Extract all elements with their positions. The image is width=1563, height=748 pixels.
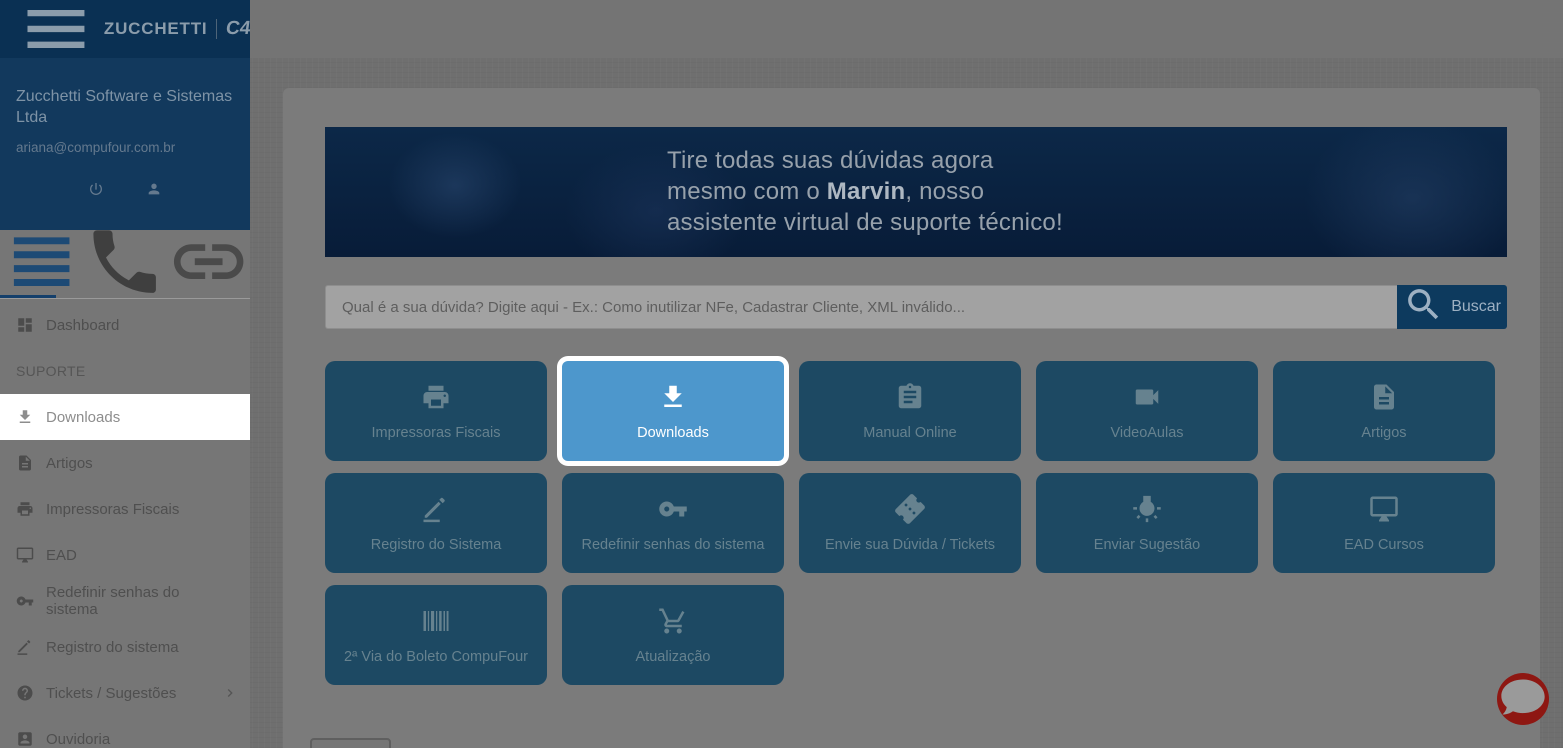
file-text-icon bbox=[1369, 382, 1399, 412]
printer-icon bbox=[421, 382, 451, 412]
sidebar-menu-list: Dashboard SUPORTE Downloads Artigos Impr… bbox=[0, 302, 250, 748]
id-card-icon bbox=[16, 730, 34, 748]
cart-icon bbox=[658, 606, 688, 636]
app-window: Tire todas suas dúvidas agora mesmo com … bbox=[0, 0, 1563, 748]
search-button[interactable]: Buscar bbox=[1397, 285, 1507, 329]
account-actions bbox=[16, 181, 234, 197]
sidebar: ZUCCHETTI C4 Zucchetti Software e Sistem… bbox=[0, 0, 250, 748]
sidebar-item-downloads[interactable]: Downloads bbox=[0, 394, 250, 440]
tile-downloads[interactable]: Downloads bbox=[562, 361, 784, 461]
tile-envie-duvida-tickets[interactable]: Envie sua Dúvida / Tickets bbox=[799, 473, 1021, 573]
tab-menu[interactable] bbox=[0, 230, 83, 294]
user-panel: Zucchetti Software e Sistemas Ltda arian… bbox=[0, 58, 250, 230]
monitor-icon bbox=[16, 546, 34, 564]
menu-toggle-icon[interactable] bbox=[18, 0, 94, 67]
sidebar-menu: Dashboard SUPORTE Downloads Artigos Impr… bbox=[0, 230, 250, 748]
tile-atualizacao[interactable]: Atualização bbox=[562, 585, 784, 685]
chat-fab[interactable] bbox=[1497, 673, 1549, 725]
sidebar-item-ouvidoria[interactable]: Ouvidoria bbox=[0, 716, 250, 748]
monitor-icon bbox=[1369, 494, 1399, 524]
sidebar-tabs bbox=[0, 230, 250, 294]
download-icon bbox=[658, 382, 688, 412]
sidebar-item-redefinir-senhas[interactable]: Redefinir senhas do sistema bbox=[0, 578, 250, 624]
brand-mark: C4 bbox=[224, 18, 251, 40]
company-name: Zucchetti Software e Sistemas Ltda bbox=[16, 86, 234, 128]
tab-links[interactable] bbox=[167, 230, 250, 294]
sidebar-section-suporte: SUPORTE bbox=[0, 348, 250, 394]
tile-grid: Impressoras Fiscais Downloads Manual Onl… bbox=[325, 361, 1520, 685]
banner-line-3: assistente virtual de suporte técnico! bbox=[667, 207, 1063, 238]
top-header-bar bbox=[250, 0, 1563, 58]
key-icon bbox=[16, 592, 34, 610]
user-email: ariana@compufour.com.br bbox=[16, 140, 234, 155]
menu-list-icon bbox=[0, 220, 83, 303]
lightbulb-icon bbox=[1132, 494, 1162, 524]
tile-ead-cursos[interactable]: EAD Cursos bbox=[1273, 473, 1495, 573]
key-icon bbox=[658, 494, 688, 524]
power-icon[interactable] bbox=[88, 181, 104, 197]
person-icon[interactable] bbox=[146, 181, 162, 197]
tile-artigos[interactable]: Artigos bbox=[1273, 361, 1495, 461]
tile-2a-via-boleto[interactable]: 2ª Via do Boleto CompuFour bbox=[325, 585, 547, 685]
sidebar-item-registro-do-sistema[interactable]: Registro do sistema bbox=[0, 624, 250, 670]
tabs-divider bbox=[0, 298, 250, 299]
video-camera-icon bbox=[1132, 382, 1162, 412]
banner-line-2: mesmo com o Marvin, nosso bbox=[667, 176, 1063, 207]
sidebar-item-tickets-sugestoes[interactable]: Tickets / Sugestões bbox=[0, 670, 250, 716]
content-card: Tire todas suas dúvidas agora mesmo com … bbox=[283, 88, 1540, 748]
search-input[interactable] bbox=[325, 285, 1397, 329]
sidebar-item-dashboard[interactable]: Dashboard bbox=[0, 302, 250, 348]
tile-manual-online[interactable]: Manual Online bbox=[799, 361, 1021, 461]
tile-registro-do-sistema[interactable]: Registro do Sistema bbox=[325, 473, 547, 573]
banner-text: Tire todas suas dúvidas agora mesmo com … bbox=[667, 145, 1063, 238]
pencil-icon bbox=[16, 638, 34, 656]
printer-icon bbox=[16, 500, 34, 518]
brand-logo: ZUCCHETTI C4 bbox=[0, 0, 250, 58]
dashboard-icon bbox=[16, 316, 34, 334]
banner-marvin-name: Marvin bbox=[827, 178, 906, 205]
tile-enviar-sugestao[interactable]: Enviar Sugestão bbox=[1036, 473, 1258, 573]
search-icon bbox=[1403, 284, 1444, 330]
help-circle-icon bbox=[16, 684, 34, 702]
tab-phone[interactable] bbox=[83, 230, 166, 294]
partial-button-bottom[interactable] bbox=[310, 738, 391, 748]
ticket-icon bbox=[895, 494, 925, 524]
barcode-icon bbox=[421, 606, 451, 636]
pencil-icon bbox=[421, 494, 451, 524]
banner-line-1: Tire todas suas dúvidas agora bbox=[667, 145, 1063, 176]
chat-bubble-icon bbox=[1497, 673, 1549, 725]
search-bar: Buscar bbox=[325, 285, 1507, 329]
brand-name: ZUCCHETTI bbox=[104, 19, 208, 39]
tile-impressoras-fiscais[interactable]: Impressoras Fiscais bbox=[325, 361, 547, 461]
file-text-icon bbox=[16, 454, 34, 472]
sidebar-item-artigos[interactable]: Artigos bbox=[0, 440, 250, 486]
sidebar-item-ead[interactable]: EAD bbox=[0, 532, 250, 578]
phone-icon bbox=[83, 220, 166, 303]
download-icon bbox=[16, 408, 34, 426]
clipboard-icon bbox=[895, 382, 925, 412]
tile-redefinir-senhas[interactable]: Redefinir senhas do sistema bbox=[562, 473, 784, 573]
chevron-right-icon bbox=[222, 685, 238, 701]
link-icon bbox=[167, 220, 250, 303]
tile-videoaulas[interactable]: VideoAulas bbox=[1036, 361, 1258, 461]
sidebar-item-impressoras-fiscais[interactable]: Impressoras Fiscais bbox=[0, 486, 250, 532]
marvin-banner: Tire todas suas dúvidas agora mesmo com … bbox=[325, 127, 1507, 257]
search-button-label: Buscar bbox=[1451, 298, 1501, 316]
